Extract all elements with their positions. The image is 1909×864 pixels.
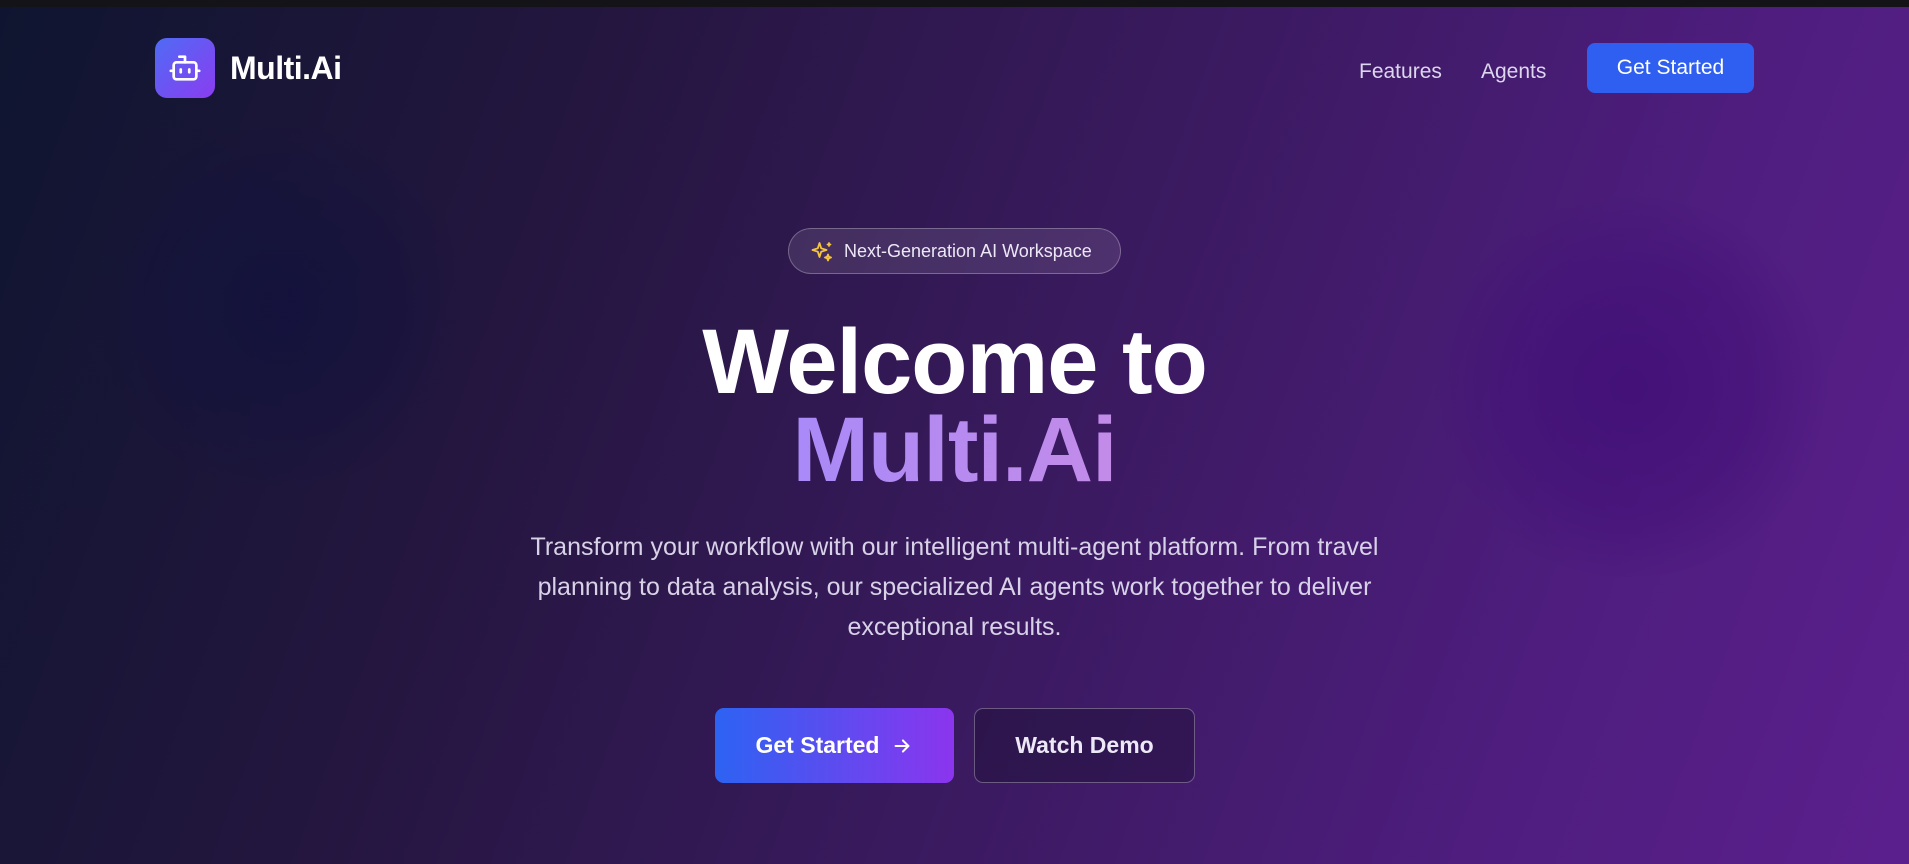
get-started-button[interactable]: Get Started bbox=[715, 708, 954, 783]
logo[interactable] bbox=[155, 38, 215, 98]
hero-title-line1: Welcome to bbox=[702, 311, 1208, 413]
hero-subtitle: Transform your workflow with our intelli… bbox=[530, 533, 1379, 641]
nav-link-agents[interactable]: Agents bbox=[1481, 60, 1546, 84]
hero-badge: Next-Generation AI Workspace bbox=[788, 228, 1121, 274]
nav-link-features[interactable]: Features bbox=[1359, 60, 1442, 84]
badge-text: Next-Generation AI Workspace bbox=[844, 241, 1092, 261]
sparkles-icon bbox=[811, 242, 832, 262]
landing-page: Multi.Ai Features Agents Get Started Nex… bbox=[0, 7, 1909, 864]
hero-title-line2: Multi.Ai bbox=[0, 400, 1909, 500]
get-started-label: Get Started bbox=[755, 732, 880, 758]
top-navigation: Multi.Ai Features Agents Get Started bbox=[0, 7, 1909, 127]
watch-demo-button[interactable]: Watch Demo bbox=[974, 708, 1195, 783]
hero-title-brand: Multi.Ai bbox=[792, 399, 1117, 501]
arrow-right-icon bbox=[895, 738, 910, 753]
window-top-bar bbox=[0, 0, 1909, 7]
robot-icon bbox=[169, 55, 201, 81]
brand-name[interactable]: Multi.Ai bbox=[230, 50, 342, 87]
nav-get-started-button[interactable]: Get Started bbox=[1587, 43, 1754, 93]
